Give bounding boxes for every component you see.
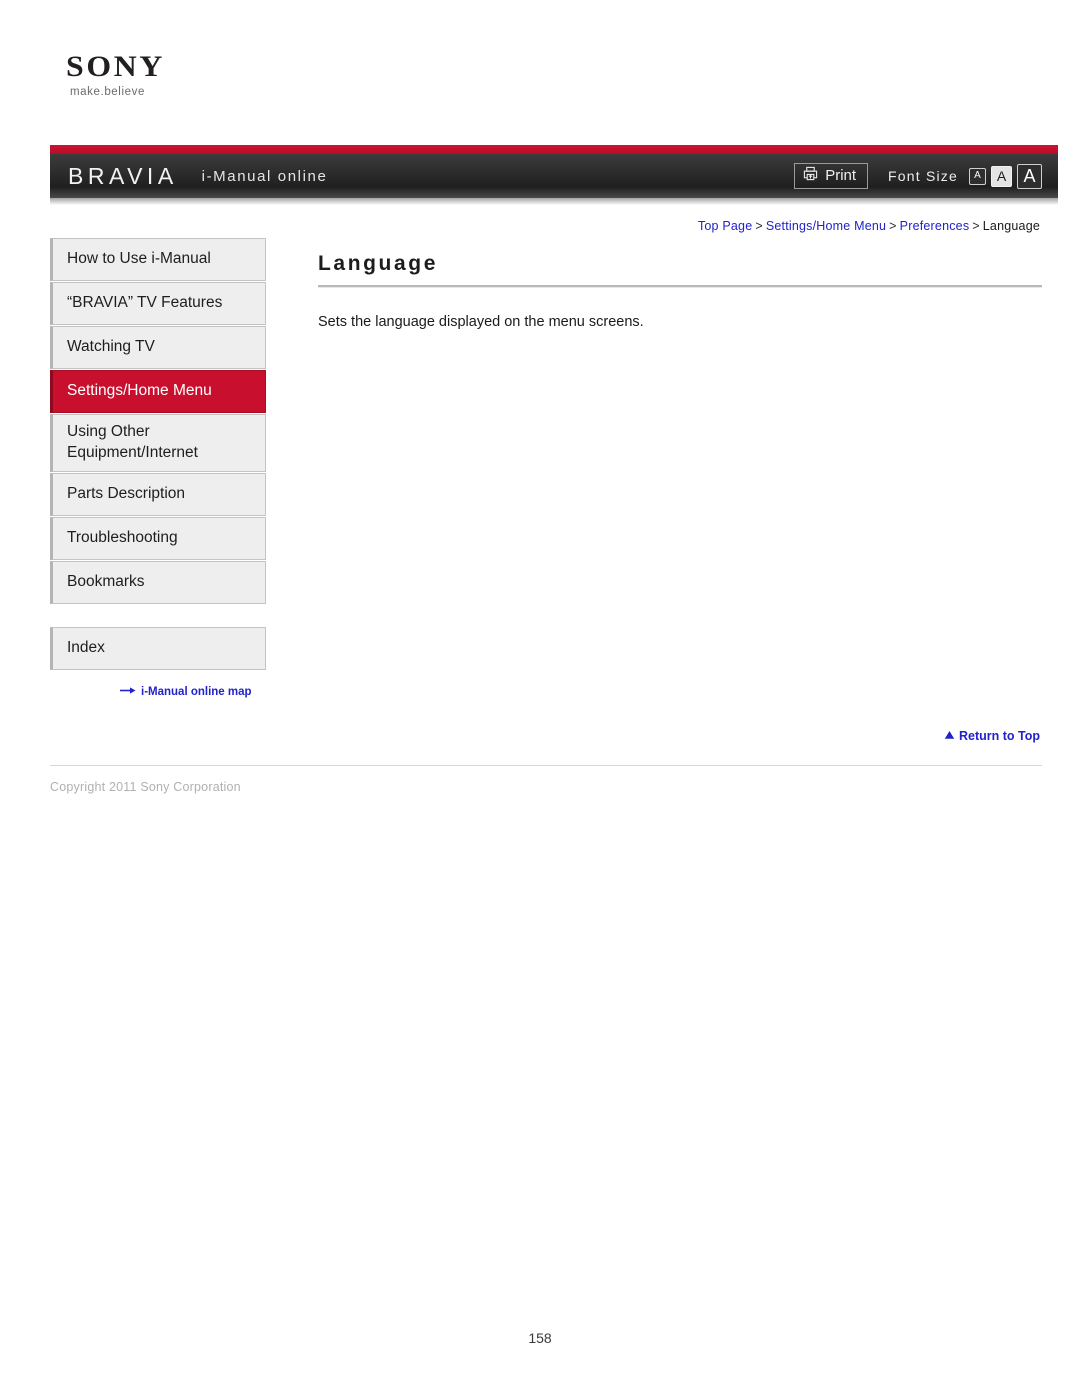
page-number: 158 — [528, 1330, 552, 1346]
breadcrumb-separator: > — [889, 219, 897, 233]
page-title: Language — [318, 252, 438, 275]
triangle-up-icon — [944, 729, 955, 743]
return-to-top-link[interactable]: Return to Top — [944, 729, 1040, 743]
sidebar-item-label: Bookmarks — [67, 572, 145, 590]
sidebar-item-bookmarks[interactable]: Bookmarks — [50, 560, 266, 604]
header-accent-bar — [50, 145, 1058, 154]
sidebar-item-label: “BRAVIA” TV Features — [67, 294, 223, 312]
sidebar-item-label: Watching TV — [67, 338, 155, 356]
sidebar-item-using-other-equipment-internet[interactable]: Using Other Equipment/Internet — [50, 414, 266, 472]
header-title: i-Manual online — [201, 167, 328, 185]
sony-tagline: make.believe — [70, 86, 145, 98]
title-divider — [318, 285, 1042, 288]
sidebar-item-bravia-tv-features[interactable]: “BRAVIA” TV Features — [50, 282, 266, 325]
sony-logo: SONY make.believe — [66, 52, 286, 99]
breadcrumb-item-preferences[interactable]: Preferences — [900, 219, 970, 233]
sony-wordmark: SONY — [66, 50, 165, 83]
sidebar-nav: How to Use i-Manual “BRAVIA” TV Features… — [50, 238, 266, 698]
breadcrumb-separator: > — [972, 219, 980, 233]
print-label: Print — [825, 167, 857, 184]
sidebar-item-label: How to Use i-Manual — [67, 250, 211, 268]
breadcrumb-item-current: Language — [982, 219, 1040, 233]
breadcrumb: Top Page > Settings/Home Menu > Preferences >… — [698, 219, 1040, 233]
sidebar-item-label: Settings/Home Menu — [67, 382, 212, 400]
sidebar-item-troubleshooting[interactable]: Troubleshooting — [50, 516, 266, 560]
sidebar-item-label: Using Other Equipment/Internet — [67, 423, 198, 461]
printer-icon — [803, 166, 818, 185]
copyright-text: Copyright 2011 Sony Corporation — [50, 780, 241, 794]
site-header: BRAVIA i-Manual online Print Font Size A… — [50, 145, 1058, 205]
sidebar-item-label: Index — [67, 638, 105, 656]
font-size-large-button[interactable]: A — [1017, 163, 1042, 189]
body-text: Sets the language displayed on the menu … — [318, 314, 644, 330]
map-link-label: i-Manual online map — [141, 685, 252, 698]
breadcrumb-item-top-page[interactable]: Top Page — [698, 219, 752, 233]
print-button[interactable]: Print — [794, 163, 869, 189]
footer-divider — [50, 765, 1042, 766]
i-manual-online-map-link[interactable]: i-Manual online map — [120, 686, 266, 698]
sidebar-item-index[interactable]: Index — [50, 626, 266, 670]
font-size-label: Font Size — [888, 168, 958, 184]
sidebar-item-watching-tv[interactable]: Watching TV — [50, 326, 266, 369]
font-size-medium-button[interactable]: A — [991, 165, 1012, 187]
font-size-small-button[interactable]: A — [969, 167, 986, 185]
sidebar-item-settings-home-menu[interactable]: Settings/Home Menu — [50, 370, 266, 413]
main-content: Language Sets the language displayed on … — [318, 252, 1042, 334]
sidebar-item-label: Parts Description — [67, 484, 186, 502]
return-to-top-label: Return to Top — [959, 729, 1040, 743]
breadcrumb-separator: > — [755, 219, 763, 233]
sidebar-item-label: Troubleshooting — [67, 528, 178, 546]
header-controls: Print Font Size A A A — [794, 163, 1042, 189]
font-size-group: A A A — [969, 163, 1042, 189]
sidebar-item-how-to-use-i-manual[interactable]: How to Use i-Manual — [50, 238, 266, 281]
header-bar: BRAVIA i-Manual online Print Font Size A… — [50, 154, 1058, 205]
breadcrumb-item-settings-home-menu[interactable]: Settings/Home Menu — [766, 219, 886, 233]
arrow-right-icon — [120, 686, 136, 698]
sidebar-item-parts-description[interactable]: Parts Description — [50, 472, 266, 516]
bravia-wordmark: BRAVIA — [68, 162, 178, 189]
